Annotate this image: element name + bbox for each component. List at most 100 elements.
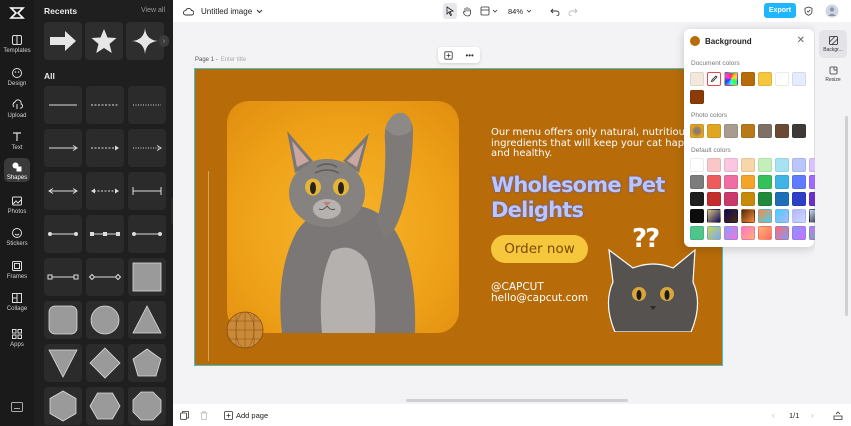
recent-shape-star[interactable] xyxy=(85,22,123,60)
design-page[interactable]: Our menu offers only natural, nutritious… xyxy=(194,68,723,366)
rail-item-photos[interactable]: Photos xyxy=(0,192,34,222)
color-swatch[interactable] xyxy=(758,192,772,206)
export-button[interactable]: Export xyxy=(764,3,796,18)
next-page-icon[interactable]: › xyxy=(811,404,814,426)
color-swatch[interactable] xyxy=(707,158,721,172)
order-now-button[interactable]: Order now xyxy=(491,235,588,263)
shape-square-line[interactable] xyxy=(86,215,124,253)
color-swatch[interactable] xyxy=(792,175,806,189)
photo-thumbnail-swatch[interactable] xyxy=(690,124,704,138)
rail-item-frames[interactable]: Frames xyxy=(0,257,34,287)
background-tool[interactable]: Backgr... xyxy=(819,30,847,58)
color-swatch[interactable] xyxy=(707,124,721,138)
add-page-button[interactable]: Add page xyxy=(224,404,268,426)
color-swatch[interactable] xyxy=(690,192,704,206)
expand-pages-icon[interactable] xyxy=(833,404,843,426)
shape-line-dotted[interactable] xyxy=(128,86,166,124)
recents-next-icon[interactable]: › xyxy=(159,35,169,47)
zoom-control[interactable]: 84% xyxy=(508,0,532,22)
color-swatch[interactable] xyxy=(741,209,755,223)
shape-arrow-dashed[interactable] xyxy=(86,129,124,167)
shape-double-arrow[interactable] xyxy=(44,172,82,210)
color-swatch[interactable] xyxy=(741,158,755,172)
close-icon[interactable]: ✕ xyxy=(797,35,805,46)
hand-tool-icon[interactable] xyxy=(462,0,472,22)
shape-diamond-line[interactable] xyxy=(86,258,124,296)
rail-item-templates[interactable]: Templates xyxy=(0,31,34,61)
shape-dot-line[interactable] xyxy=(44,215,82,253)
shape-arrow-dotted[interactable] xyxy=(128,129,166,167)
headline[interactable]: Wholesome Pet Delights xyxy=(491,173,665,223)
prev-page-icon[interactable]: ‹ xyxy=(772,404,775,426)
redo-icon[interactable] xyxy=(568,0,578,22)
shape-circle[interactable] xyxy=(86,301,124,339)
contact-info[interactable]: @CAPCUT hello@capcut.com xyxy=(491,282,588,304)
page-title-input[interactable]: Enter title xyxy=(221,57,246,63)
gray-cat-sticker[interactable] xyxy=(603,244,703,332)
rail-item-collage[interactable]: Collage xyxy=(0,289,34,319)
color-swatch[interactable] xyxy=(775,192,789,206)
more-options-icon[interactable]: ••• xyxy=(465,51,473,60)
rail-item-design[interactable]: Design xyxy=(0,64,34,94)
color-swatch[interactable] xyxy=(741,192,755,206)
color-swatch[interactable] xyxy=(758,226,772,240)
color-swatch[interactable] xyxy=(775,226,789,240)
color-swatch[interactable] xyxy=(690,72,704,86)
shape-triangle-down[interactable] xyxy=(44,344,82,382)
add-page-icon[interactable] xyxy=(444,50,453,60)
color-swatch[interactable] xyxy=(690,226,704,240)
rail-item-apps[interactable]: Apps xyxy=(0,325,34,355)
capcut-logo-icon[interactable] xyxy=(8,4,26,22)
color-swatch[interactable] xyxy=(792,226,806,240)
cat-photo[interactable] xyxy=(227,101,459,333)
color-swatch[interactable] xyxy=(741,124,755,138)
view-all-link[interactable]: View all xyxy=(141,7,165,14)
color-swatch[interactable] xyxy=(690,209,704,223)
trash-icon[interactable] xyxy=(200,404,208,426)
color-swatch[interactable] xyxy=(775,209,789,223)
layout-menu[interactable] xyxy=(480,0,498,22)
keyboard-icon[interactable] xyxy=(11,402,23,412)
color-swatch[interactable] xyxy=(690,175,704,189)
shape-triangle[interactable] xyxy=(128,301,166,339)
shield-icon[interactable] xyxy=(804,0,813,22)
color-swatch[interactable] xyxy=(690,158,704,172)
shape-pentagon[interactable] xyxy=(128,344,166,382)
shape-arrow-solid[interactable] xyxy=(44,129,82,167)
color-swatch[interactable] xyxy=(758,72,772,86)
shape-diamond[interactable] xyxy=(86,344,124,382)
color-swatch[interactable] xyxy=(758,175,772,189)
color-swatch[interactable] xyxy=(792,158,806,172)
shape-octagon[interactable] xyxy=(128,387,166,425)
document-title[interactable]: Untitled image xyxy=(201,0,263,22)
color-swatch[interactable] xyxy=(724,192,738,206)
shape-line-solid[interactable] xyxy=(44,86,82,124)
color-swatch[interactable] xyxy=(741,175,755,189)
eyedropper-icon[interactable] xyxy=(707,72,721,86)
recent-shape-arrow[interactable] xyxy=(44,22,82,60)
horizontal-scrollbar[interactable] xyxy=(406,399,628,402)
color-swatch[interactable] xyxy=(792,72,806,86)
color-swatch[interactable] xyxy=(707,209,721,223)
rail-item-shapes[interactable]: Shapes xyxy=(0,158,34,188)
select-tool-icon[interactable] xyxy=(443,3,457,19)
color-swatch[interactable] xyxy=(758,124,772,138)
shape-dot-arrow[interactable] xyxy=(128,215,166,253)
color-swatch[interactable] xyxy=(792,124,806,138)
color-swatch[interactable] xyxy=(724,209,738,223)
rail-item-text[interactable]: Text xyxy=(0,128,34,158)
resize-tool[interactable]: Resize xyxy=(819,60,847,88)
color-swatch[interactable] xyxy=(758,209,772,223)
shape-square-outline-line[interactable] xyxy=(44,258,82,296)
color-swatch[interactable] xyxy=(707,192,721,206)
shape-square[interactable] xyxy=(128,258,166,296)
color-swatch[interactable] xyxy=(775,72,789,86)
color-swatch[interactable] xyxy=(775,158,789,172)
color-swatch[interactable] xyxy=(707,226,721,240)
shape-rounded-square[interactable] xyxy=(44,301,82,339)
color-swatch[interactable] xyxy=(775,175,789,189)
shape-hexagon-flat[interactable] xyxy=(86,387,124,425)
color-swatch[interactable] xyxy=(741,72,755,86)
color-swatch[interactable] xyxy=(741,226,755,240)
avatar[interactable] xyxy=(825,0,839,22)
